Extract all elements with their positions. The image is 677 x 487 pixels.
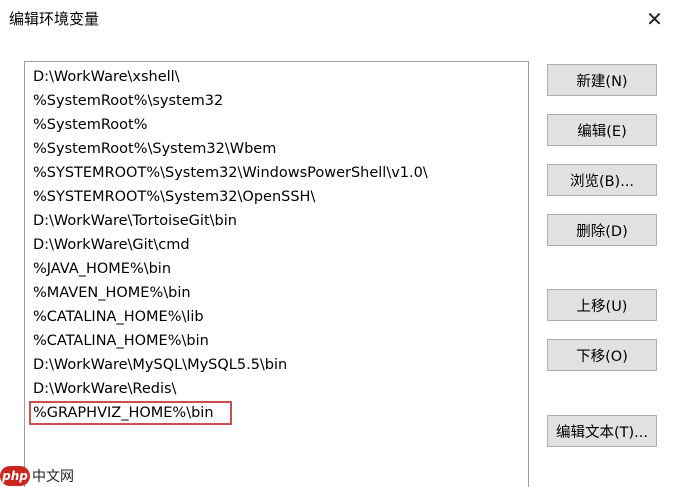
- move-up-button[interactable]: 上移(U): [547, 289, 657, 321]
- list-item[interactable]: %JAVA_HOME%\bin: [29, 257, 524, 281]
- list-item[interactable]: %SystemRoot%\system32: [29, 89, 524, 113]
- edit-env-variable-dialog: 编辑环境变量 ✕ D:\WorkWare\xshell\ %SystemRoot%…: [0, 0, 677, 487]
- list-item[interactable]: %SystemRoot%: [29, 113, 524, 137]
- close-icon[interactable]: ✕: [632, 0, 677, 38]
- list-item[interactable]: %MAVEN_HOME%\bin: [29, 281, 524, 305]
- list-item[interactable]: %GRAPHVIZ_HOME%\bin: [29, 401, 232, 425]
- watermark: php 中文网: [0, 465, 74, 487]
- list-item[interactable]: D:\WorkWare\TortoiseGit\bin: [29, 209, 524, 233]
- dialog-title: 编辑环境变量: [9, 10, 100, 28]
- watermark-logo: php: [0, 466, 30, 486]
- list-item[interactable]: %SYSTEMROOT%\System32\WindowsPowerShell\…: [29, 161, 524, 185]
- path-list-items: D:\WorkWare\xshell\ %SystemRoot%\system32…: [29, 65, 524, 425]
- list-item[interactable]: D:\WorkWare\MySQL\MySQL5.5\bin: [29, 353, 524, 377]
- list-item[interactable]: %SYSTEMROOT%\System32\OpenSSH\: [29, 185, 524, 209]
- new-button[interactable]: 新建(N): [547, 64, 657, 96]
- list-item[interactable]: D:\WorkWare\Redis\: [29, 377, 524, 401]
- edit-button[interactable]: 编辑(E): [547, 114, 657, 146]
- title-bar: 编辑环境变量 ✕: [0, 0, 677, 38]
- move-down-button[interactable]: 下移(O): [547, 339, 657, 371]
- watermark-text: 中文网: [32, 469, 74, 485]
- path-list[interactable]: D:\WorkWare\xshell\ %SystemRoot%\system32…: [24, 61, 529, 487]
- edit-text-button[interactable]: 编辑文本(T)...: [547, 415, 657, 447]
- list-item[interactable]: D:\WorkWare\xshell\: [29, 65, 524, 89]
- delete-button[interactable]: 删除(D): [547, 214, 657, 246]
- list-item[interactable]: %CATALINA_HOME%\lib: [29, 305, 524, 329]
- browse-button[interactable]: 浏览(B)...: [547, 164, 657, 196]
- list-item[interactable]: %SystemRoot%\System32\Wbem: [29, 137, 524, 161]
- list-item[interactable]: D:\WorkWare\Git\cmd: [29, 233, 524, 257]
- list-item[interactable]: %CATALINA_HOME%\bin: [29, 329, 524, 353]
